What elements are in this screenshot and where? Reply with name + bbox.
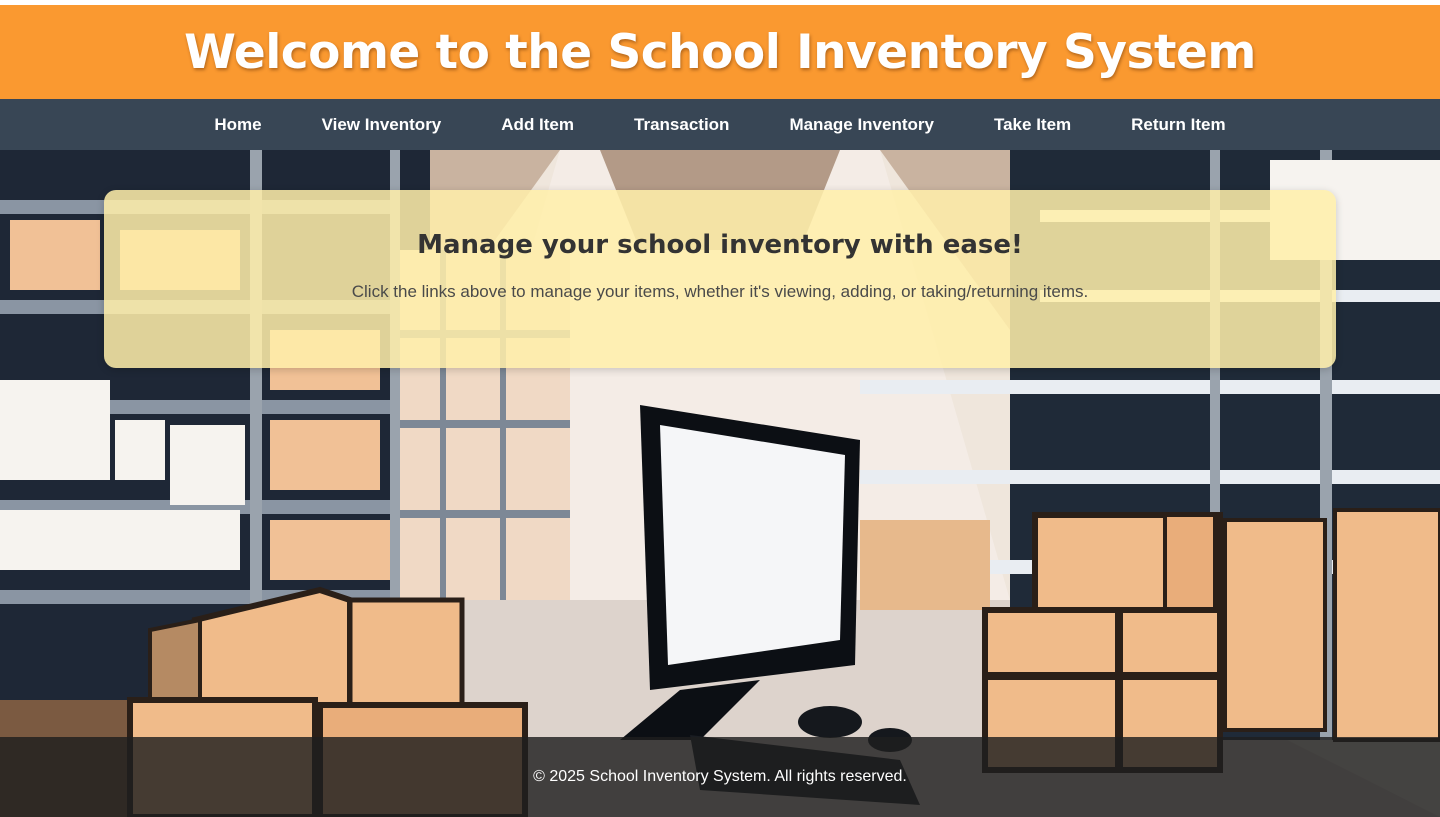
site-footer: © 2025 School Inventory System. All righ… <box>0 737 1440 817</box>
intro-heading: Manage your school inventory with ease! <box>417 230 1023 260</box>
nav-return-item-link[interactable]: Return Item <box>1131 115 1225 135</box>
nav-transaction-link[interactable]: Transaction <box>634 115 729 135</box>
intro-card: Manage your school inventory with ease! … <box>104 190 1336 368</box>
main-nav: Home View Inventory Add Item Transaction… <box>0 99 1440 150</box>
nav-manage-inventory-link[interactable]: Manage Inventory <box>789 115 934 135</box>
footer-copyright: © 2025 School Inventory System. All righ… <box>533 768 907 785</box>
nav-home-link[interactable]: Home <box>214 115 261 135</box>
page-title: Welcome to the School Inventory System <box>184 24 1256 80</box>
intro-text: Click the links above to manage your ite… <box>351 282 1089 301</box>
nav-take-item-link[interactable]: Take Item <box>994 115 1071 135</box>
nav-add-item-link[interactable]: Add Item <box>501 115 574 135</box>
nav-view-inventory-link[interactable]: View Inventory <box>322 115 442 135</box>
site-header: Welcome to the School Inventory System <box>0 5 1440 99</box>
